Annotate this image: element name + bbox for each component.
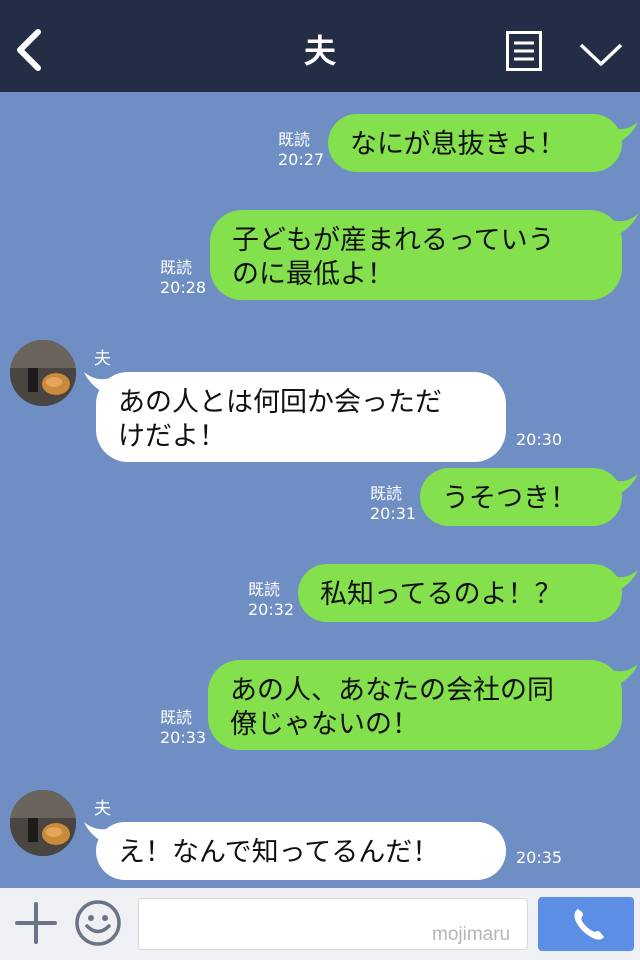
chat-header: 夫 — [0, 0, 640, 92]
message-time: 20:30 — [516, 430, 563, 449]
read-receipt: 既読 — [278, 130, 311, 149]
read-receipt: 既読 — [160, 258, 193, 277]
watermark: mojimaru — [432, 924, 511, 945]
read-receipt: 既読 — [160, 708, 193, 727]
message-time: 20:32 — [248, 600, 295, 619]
chat-area[interactable]: 既読 20:27 なにが息抜きよ！ 既読 20:28 子どもが産まれるっていう … — [0, 92, 640, 888]
sent-message-bubble[interactable]: うそつき！ — [420, 468, 622, 526]
menu-icon[interactable] — [506, 31, 542, 71]
message-status: 既読 20:32 — [248, 580, 294, 620]
message-time: 20:33 — [160, 728, 207, 747]
emoji-icon[interactable] — [74, 899, 122, 947]
input-bar: mojimaru — [0, 888, 640, 960]
sent-message-bubble[interactable]: なにが息抜きよ！ — [328, 114, 622, 172]
chat-title: 夫 — [303, 32, 336, 70]
message-status: 既読 20:27 — [278, 130, 324, 170]
avatar[interactable] — [10, 790, 76, 856]
phone-icon — [574, 909, 604, 940]
avatar-photo — [10, 790, 76, 856]
received-message-bubble[interactable]: あの人とは何回か会っただ けだよ！ — [96, 372, 506, 462]
plus-icon[interactable] — [14, 901, 58, 945]
sent-message-bubble[interactable]: あの人、あなたの会社の同 僚じゃないの！ — [208, 660, 622, 750]
message-time: 20:35 — [516, 848, 563, 867]
avatar[interactable] — [10, 340, 76, 406]
received-message-bubble[interactable]: え！なんで知ってるんだ！ — [96, 822, 506, 880]
sent-message-bubble[interactable]: 子どもが産まれるっていう のに最低よ！ — [210, 210, 622, 300]
read-receipt: 既読 — [370, 484, 403, 503]
sender-name: 夫 — [94, 799, 111, 819]
message-time: 20:31 — [370, 504, 417, 523]
sender-name: 夫 — [94, 349, 111, 369]
message-status: 既読 20:31 — [370, 484, 416, 524]
read-receipt: 既読 — [248, 580, 281, 599]
message-status: 既読 20:33 — [160, 708, 206, 748]
call-button[interactable] — [538, 897, 634, 951]
sent-message-bubble[interactable]: 私知ってるのよ！？ — [298, 564, 622, 622]
message-time: 20:28 — [160, 278, 207, 297]
message-time: 20:27 — [278, 150, 325, 169]
avatar-photo — [10, 340, 76, 406]
message-status: 既読 20:28 — [160, 258, 206, 298]
chevron-down-icon[interactable] — [578, 40, 624, 68]
